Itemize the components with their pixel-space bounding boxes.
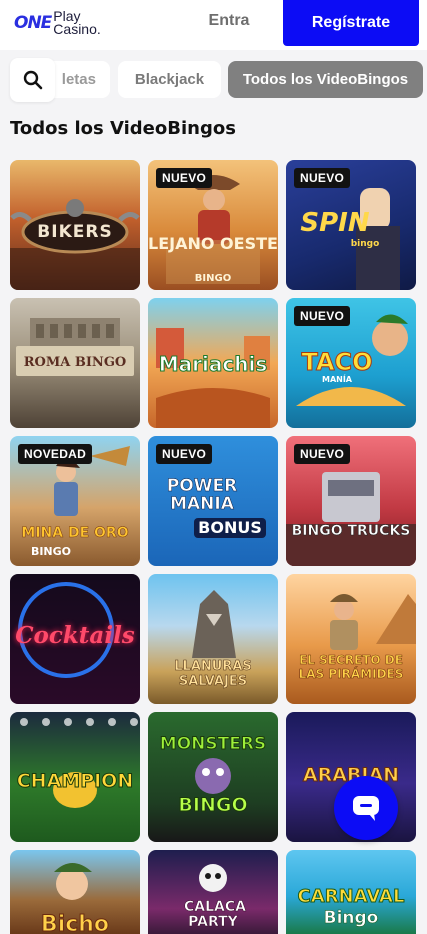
game-tile-secreto-piramides[interactable]: EL SECRETO DE LAS PIRÁMIDES: [286, 574, 416, 704]
game-subtitle: BINGO: [30, 545, 72, 558]
logo-mark: ONE: [14, 12, 52, 33]
game-subtitle: bingo: [350, 239, 380, 249]
game-title: SPIN: [300, 208, 370, 238]
new-badge: NUEVO: [294, 306, 351, 326]
game-title: LLANURAS SALVAJES: [174, 659, 252, 689]
game-title: CHAMPION: [16, 770, 134, 792]
filter-chip-videobingos-active[interactable]: Todos los VideoBingos: [228, 61, 423, 98]
game-tile-lejano-oeste[interactable]: NUEVO LEJANO OESTE BINGO: [148, 160, 278, 290]
game-title: LEJANO OESTE: [148, 234, 278, 253]
search-icon: [23, 70, 42, 90]
game-tile-champion[interactable]: CHAMPION: [10, 712, 140, 842]
game-tile-monsters-bingo[interactable]: MONSTERS BINGO: [148, 712, 278, 842]
game-tile-calaca-party[interactable]: CALACA PARTY: [148, 850, 278, 934]
new-badge: NUEVO: [294, 168, 351, 188]
game-title: EL SECRETO DE LAS PIRÁMIDES: [298, 653, 404, 681]
chat-button[interactable]: [334, 776, 398, 840]
game-subtitle: BONUS: [194, 518, 266, 538]
game-title: Bicho: [40, 912, 110, 934]
game-tile-power-mania-bonus[interactable]: NUEVO POWER MANIA BONUS: [148, 436, 278, 566]
new-badge: NUEVO: [294, 444, 351, 464]
game-tile-spin-bingo[interactable]: NUEVO SPIN bingo: [286, 160, 416, 290]
game-tile-bicho[interactable]: Bicho: [10, 850, 140, 934]
game-tile-taco-mania[interactable]: NUEVO TACO MANÍA: [286, 298, 416, 428]
game-tile-mina-de-oro[interactable]: NOVEDAD MINA DE ORO BINGO: [10, 436, 140, 566]
search-button[interactable]: [10, 58, 55, 102]
section-title: Todos los VideoBingos: [10, 118, 236, 139]
game-title: MINA DE ORO: [21, 525, 129, 541]
game-title: CARNAVAL: [297, 886, 405, 907]
game-subtitle: BINGO: [194, 273, 232, 284]
game-title: BIKERS: [37, 222, 113, 242]
game-tile-llanuras-salvajes[interactable]: LLANURAS SALVAJES: [148, 574, 278, 704]
new-badge: NOVEDAD: [18, 444, 93, 464]
register-button[interactable]: Regístrate: [283, 0, 419, 46]
game-subtitle: MANÍA: [321, 375, 352, 384]
game-title: Mariachis: [158, 352, 268, 376]
new-badge: NUEVO: [156, 444, 213, 464]
game-title: POWER MANIA: [166, 476, 238, 514]
game-title: TACO: [301, 348, 373, 376]
logo-casino-text: Casino.: [53, 21, 101, 37]
filter-chip-blackjack[interactable]: Blackjack: [118, 61, 221, 98]
game-tile-carnaval-bingo[interactable]: CARNAVAL Bingo: [286, 850, 416, 934]
game-subtitle: BINGO: [178, 794, 248, 816]
chat-icon: [353, 796, 379, 821]
game-subtitle: Bingo: [323, 908, 379, 928]
game-title: Cocktails: [15, 622, 135, 649]
game-tile-roma-bingo[interactable]: ROMA BINGO: [10, 298, 140, 428]
login-button[interactable]: Entra: [195, 4, 263, 38]
new-badge: NUEVO: [156, 168, 213, 188]
game-title: CALACA PARTY: [184, 899, 246, 930]
game-title: ROMA BINGO: [23, 355, 127, 370]
game-tile-bikers[interactable]: BIKERS: [10, 160, 140, 290]
game-tile-bingo-trucks[interactable]: NUEVO BINGO TRUCKS: [286, 436, 416, 566]
category-filter-bar: letas Blackjack Todos los VideoBingos: [0, 56, 427, 102]
oneplaycasino-logo[interactable]: ONE Play Casino.: [14, 8, 101, 38]
game-tile-cocktails[interactable]: Cocktails: [10, 574, 140, 704]
top-header: ONE Play Casino. Entra Regístrate: [0, 0, 427, 50]
game-title: BINGO TRUCKS: [291, 523, 411, 539]
game-title: MONSTERS: [159, 734, 267, 754]
game-tile-mariachis[interactable]: Mariachis: [148, 298, 278, 428]
